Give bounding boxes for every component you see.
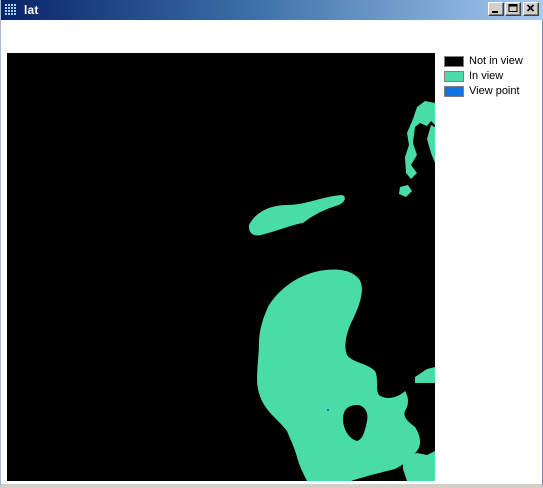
legend-label: Not in view	[469, 55, 523, 67]
minimize-icon	[492, 11, 498, 13]
title-bar[interactable]: lat	[1, 0, 543, 20]
application-window: lat Not in view In view View point	[0, 0, 543, 488]
maximize-button[interactable]	[505, 2, 521, 16]
legend-item-not-in-view: Not in view	[444, 55, 542, 70]
minimize-button[interactable]	[488, 2, 504, 16]
legend-label: View point	[469, 85, 520, 97]
window-title: lat	[24, 3, 39, 17]
legend-swatch-in-view	[444, 71, 464, 82]
maximize-icon	[508, 4, 518, 12]
legend-label: In view	[469, 70, 504, 82]
legend-item-in-view: In view	[444, 70, 542, 85]
app-grid-icon	[4, 3, 18, 17]
viewshed-map[interactable]	[7, 53, 435, 481]
legend-item-view-point: View point	[444, 85, 542, 100]
legend-swatch-view-point	[444, 86, 464, 97]
viewshed-raster	[7, 53, 435, 481]
close-icon	[526, 4, 535, 12]
view-point-marker	[327, 409, 329, 411]
legend-swatch-not-in-view	[444, 56, 464, 67]
legend: Not in view In view View point	[444, 55, 542, 100]
close-button[interactable]	[523, 2, 539, 16]
